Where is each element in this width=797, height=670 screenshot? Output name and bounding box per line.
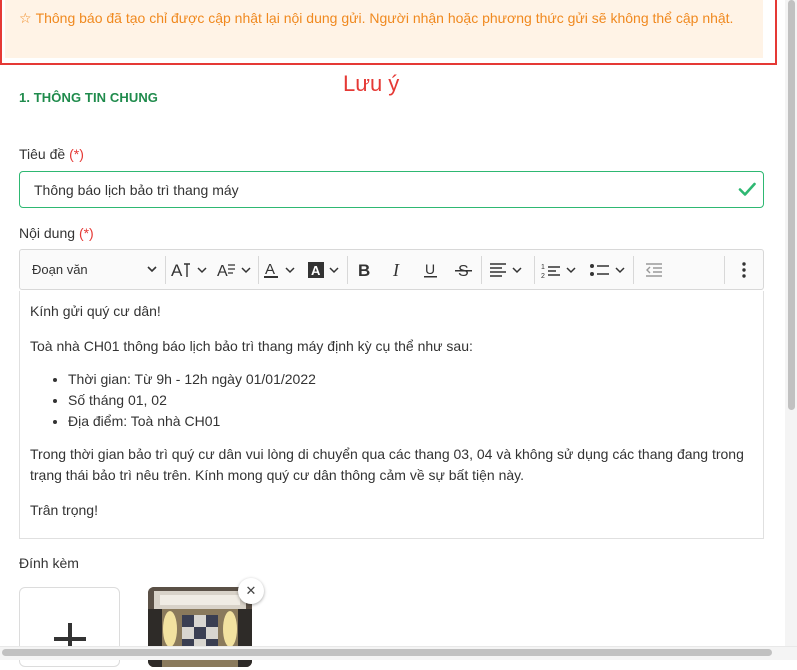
vertical-scrollbar-thumb[interactable]: [788, 0, 795, 410]
highlight-icon: A: [308, 261, 339, 278]
underline-button[interactable]: U: [414, 250, 447, 289]
font-color-icon: A: [264, 261, 295, 278]
editor-body: Trong thời gian bảo trì quý cư dân vui l…: [30, 446, 744, 483]
svg-text:A: A: [171, 261, 183, 279]
editor-greeting: Kính gửi quý cư dân!: [30, 303, 161, 319]
bulleted-list-button[interactable]: [587, 250, 633, 289]
outdent-button[interactable]: [634, 250, 674, 289]
more-icon: [742, 261, 746, 278]
title-label: Tiêu đề (*): [19, 145, 84, 163]
svg-text:U: U: [425, 261, 435, 277]
bold-button[interactable]: B: [348, 250, 381, 289]
more-options-button[interactable]: [725, 250, 763, 289]
underline-icon: U: [423, 261, 437, 277]
svg-text:2: 2: [541, 273, 545, 279]
content-label: Nội dung (*): [19, 224, 94, 242]
bulleted-list-icon: [590, 263, 625, 276]
title-label-text: Tiêu đề: [19, 146, 66, 162]
required-mark: (*): [78, 225, 94, 241]
font-size-button[interactable]: A: [166, 250, 214, 289]
numbered-list-icon: 1 2: [541, 264, 576, 279]
align-icon: [490, 262, 522, 277]
editor-intro: Toà nhà CH01 thông báo lịch bảo trì than…: [30, 338, 473, 354]
notice-text: Thông báo đã tạo chỉ được cập nhật lại n…: [35, 10, 734, 26]
svg-text:A: A: [265, 261, 275, 278]
editor-bullet-list: Thời gian: Từ 9h - 12h ngày 01/01/2022 S…: [30, 369, 753, 432]
attachments-label: Đính kèm: [19, 555, 79, 571]
strikethrough-icon: S: [455, 263, 472, 279]
highlight-button[interactable]: A: [305, 250, 347, 289]
close-icon[interactable]: ✕: [238, 578, 264, 604]
content-label-text: Nội dung: [19, 225, 76, 241]
svg-text:A: A: [311, 263, 321, 278]
chevron-down-icon: [147, 266, 157, 273]
font-family-button[interactable]: A: [214, 250, 258, 289]
heading-select[interactable]: Đoạn văn: [20, 250, 165, 289]
annotation-label: Lưu ý: [343, 71, 400, 96]
italic-icon: I: [392, 261, 400, 279]
italic-button[interactable]: I: [381, 250, 414, 289]
star-outline-icon: ☆: [19, 10, 32, 26]
section-title: 1. THÔNG TIN CHUNG: [19, 90, 159, 105]
font-size-icon: A: [171, 261, 207, 279]
required-mark: (*): [69, 146, 84, 162]
list-item: Địa điểm: Toà nhà CH01: [68, 411, 753, 432]
horizontal-scrollbar-thumb[interactable]: [2, 649, 772, 656]
font-color-button[interactable]: A: [259, 250, 305, 289]
update-notice-banner: ☆ Thông báo đã tạo chỉ được cập nhật lại …: [5, 0, 763, 58]
list-item: Thời gian: Từ 9h - 12h ngày 01/01/2022: [68, 369, 753, 390]
align-button[interactable]: [482, 250, 534, 289]
editor-toolbar: Đoạn văn A A A A B I U S 1 2: [19, 249, 764, 290]
font-family-icon: A: [217, 263, 251, 279]
plus-icon-bar: [54, 637, 86, 641]
svg-text:1: 1: [541, 264, 545, 271]
list-item: Số tháng 01, 02: [68, 390, 753, 411]
svg-text:A: A: [217, 263, 228, 279]
svg-text:I: I: [392, 261, 400, 279]
numbered-list-button[interactable]: 1 2: [535, 250, 587, 289]
bold-icon: B: [358, 261, 370, 279]
heading-select-value: Đoạn văn: [32, 262, 88, 277]
check-icon: [738, 182, 756, 196]
content-editor[interactable]: Kính gửi quý cư dân! Toà nhà CH01 thông …: [19, 291, 764, 539]
svg-text:B: B: [358, 261, 370, 279]
editor-closing: Trân trọng!: [30, 502, 98, 518]
outdent-icon: [646, 262, 662, 277]
strikethrough-button[interactable]: S: [447, 250, 481, 289]
title-input[interactable]: [19, 171, 764, 208]
